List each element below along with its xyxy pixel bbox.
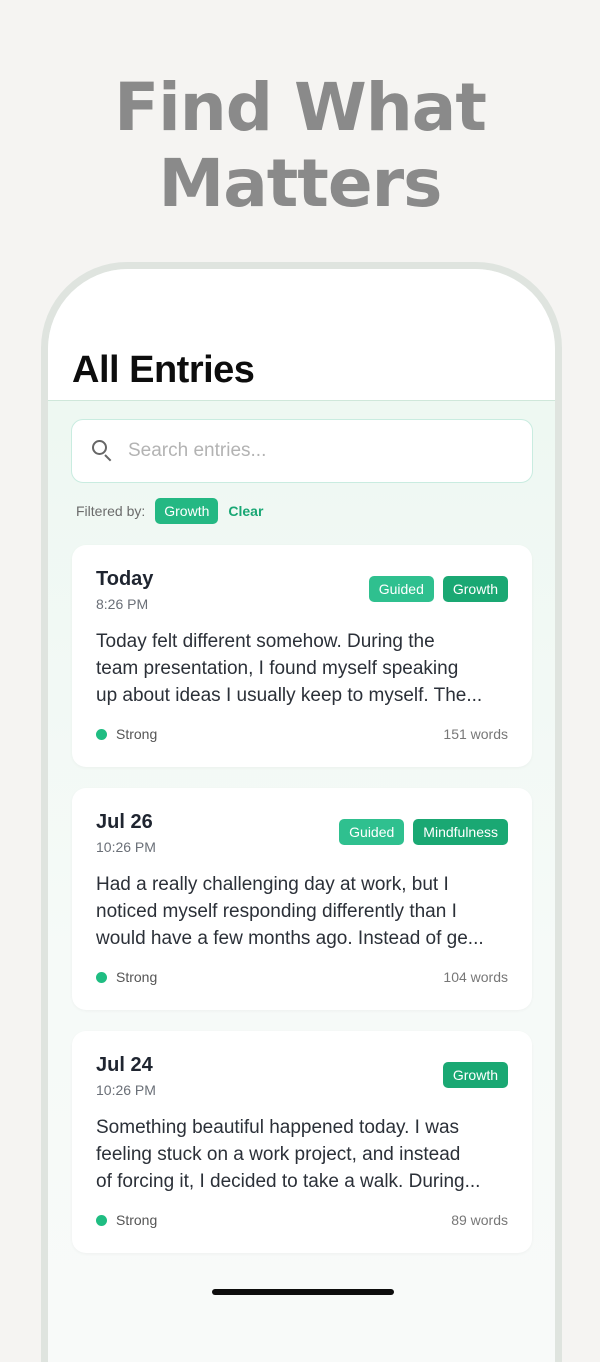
entry-preview-line: noticed myself responding differently th… bbox=[96, 901, 457, 922]
entry-preview-line: up about ideas I usually keep to myself.… bbox=[96, 685, 483, 706]
tag-guided: Guided bbox=[368, 576, 434, 602]
search-icon bbox=[92, 440, 114, 462]
filter-chip-growth[interactable]: Growth bbox=[155, 498, 219, 524]
strength-dot-icon bbox=[96, 728, 107, 740]
entry-preview-line: Had a really challenging day at work, bu… bbox=[96, 874, 449, 895]
tag-growth: Growth bbox=[442, 576, 508, 602]
entry-card[interactable]: Jul 24 10:26 PM Growth Something beautif… bbox=[72, 1031, 532, 1253]
entry-strength: Strong bbox=[96, 726, 157, 742]
entry-date: Today bbox=[96, 568, 154, 590]
strength-label: Strong bbox=[116, 969, 158, 985]
filter-label: Filtered by: bbox=[76, 503, 146, 519]
entry-strength: Strong bbox=[96, 1212, 157, 1228]
filter-row: Filtered by: Growth Clear bbox=[76, 497, 263, 525]
strength-dot-icon bbox=[96, 971, 107, 983]
strength-label: Strong bbox=[116, 726, 158, 742]
entries-content: Filtered by: Growth Clear Today 8:26 PM … bbox=[48, 401, 555, 1362]
entries-list: Today 8:26 PM Guided Growth Today felt d… bbox=[72, 545, 532, 1274]
entry-date: Jul 26 bbox=[96, 811, 153, 833]
phone-frame: All Entries Filtered by: Growth Clear To… bbox=[41, 262, 562, 1362]
entry-preview: Had a really challenging day at work, bu… bbox=[96, 871, 514, 952]
entry-card[interactable]: Jul 26 10:26 PM Guided Mindfulness Had a… bbox=[72, 788, 532, 1010]
home-indicator bbox=[212, 1289, 394, 1295]
hero-line-1: Find What bbox=[114, 69, 487, 146]
entry-tags: Guided Mindfulness bbox=[339, 819, 508, 845]
entry-preview-line: Something beautiful happened today. I wa… bbox=[96, 1117, 460, 1138]
entry-preview-line: of forcing it, I decided to take a walk.… bbox=[96, 1171, 481, 1192]
entry-time: 10:26 PM bbox=[96, 1082, 156, 1098]
search-bar[interactable] bbox=[71, 419, 533, 483]
entry-preview-line: feeling stuck on a work project, and ins… bbox=[96, 1144, 461, 1165]
strength-dot-icon bbox=[96, 1214, 107, 1226]
entry-preview-line: Today felt different somehow. During the bbox=[96, 631, 435, 652]
hero-line-2: Matters bbox=[158, 145, 443, 222]
entry-preview: Today felt different somehow. During the… bbox=[96, 628, 514, 709]
word-count: 151 words bbox=[443, 726, 508, 742]
strength-label: Strong bbox=[116, 1212, 158, 1228]
entry-preview-line: would have a few months ago. Instead of … bbox=[96, 928, 484, 949]
hero-headline: Find What Matters bbox=[0, 70, 600, 222]
entry-time: 10:26 PM bbox=[96, 839, 156, 855]
page-title: All Entries bbox=[72, 349, 255, 391]
entry-strength: Strong bbox=[96, 969, 157, 985]
screen-header: All Entries bbox=[48, 269, 555, 401]
tag-growth: Growth bbox=[442, 1062, 508, 1088]
entry-tags: Growth bbox=[442, 1062, 508, 1088]
tag-mindfulness: Mindfulness bbox=[413, 819, 508, 845]
entry-card[interactable]: Today 8:26 PM Guided Growth Today felt d… bbox=[72, 545, 532, 767]
tag-guided: Guided bbox=[339, 819, 405, 845]
entry-tags: Guided Growth bbox=[368, 576, 508, 602]
clear-filter-button[interactable]: Clear bbox=[228, 503, 263, 519]
phone-screen: All Entries Filtered by: Growth Clear To… bbox=[48, 269, 555, 1362]
word-count: 89 words bbox=[451, 1212, 508, 1228]
search-input[interactable] bbox=[128, 440, 508, 462]
entry-date: Jul 24 bbox=[96, 1054, 153, 1076]
entry-preview: Something beautiful happened today. I wa… bbox=[96, 1114, 514, 1195]
entry-time: 8:26 PM bbox=[96, 596, 149, 612]
word-count: 104 words bbox=[443, 969, 508, 985]
entry-preview-line: team presentation, I found myself speaki… bbox=[96, 658, 459, 679]
